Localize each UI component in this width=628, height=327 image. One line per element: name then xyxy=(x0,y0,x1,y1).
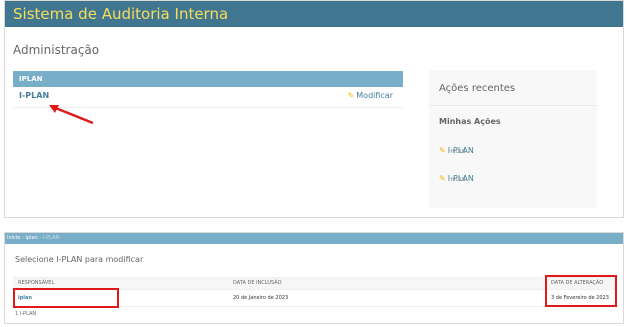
divider xyxy=(429,105,597,106)
admin-index-panel: Sistema de Auditoria Interna Administraç… xyxy=(4,0,624,218)
changelist-panel: Início › Iplan › I-PLAN Selecione I-PLAN… xyxy=(4,232,624,324)
breadcrumb-home[interactable]: Início xyxy=(7,235,20,241)
breadcrumb-app[interactable]: Iplan xyxy=(25,235,37,241)
result-count: 1 I-PLAN xyxy=(15,311,37,317)
recent-actions-title: Ações recentes xyxy=(439,83,516,94)
recent-action-item: ✎ I-PLAN IPLAN xyxy=(439,166,474,185)
red-arrow-icon xyxy=(49,105,94,125)
pencil-icon: ✎ xyxy=(439,174,446,183)
highlight-box-responsavel xyxy=(13,288,119,308)
site-header: Sistema de Auditoria Interna xyxy=(5,1,623,27)
change-link[interactable]: ✎ Modificar xyxy=(348,91,393,100)
breadcrumb: Início › Iplan › I-PLAN xyxy=(5,233,623,244)
pencil-icon: ✎ xyxy=(347,91,355,100)
recent-action-type: IPLAN xyxy=(451,177,466,183)
breadcrumb-current: I-PLAN xyxy=(42,235,60,241)
recent-action-item: ✎ I-PLAN IPLAN xyxy=(439,138,474,157)
site-title[interactable]: Sistema de Auditoria Interna xyxy=(13,5,228,23)
recent-actions-module: Ações recentes Minhas Ações ✎ I-PLAN IPLA… xyxy=(429,70,597,208)
cell-inclusao: 20 de Janeiro de 2023 xyxy=(233,295,289,301)
my-actions-heading: Minhas Ações xyxy=(439,117,501,126)
breadcrumb-separator: › xyxy=(39,235,42,241)
changelist-title: Selecione I-PLAN para modificar xyxy=(15,255,144,264)
change-label: Modificar xyxy=(356,91,393,100)
highlight-box-alteracao xyxy=(545,275,617,307)
module-caption[interactable]: IPLAN xyxy=(13,71,403,87)
page-title: Administração xyxy=(13,43,100,57)
recent-action-type: IPLAN xyxy=(451,149,466,155)
breadcrumb-separator: › xyxy=(21,235,24,241)
model-link-iplan[interactable]: I-PLAN xyxy=(19,91,49,100)
column-header-inclusao[interactable]: DATA DE INCLUSÃO xyxy=(233,278,282,289)
pencil-icon: ✎ xyxy=(439,146,446,155)
